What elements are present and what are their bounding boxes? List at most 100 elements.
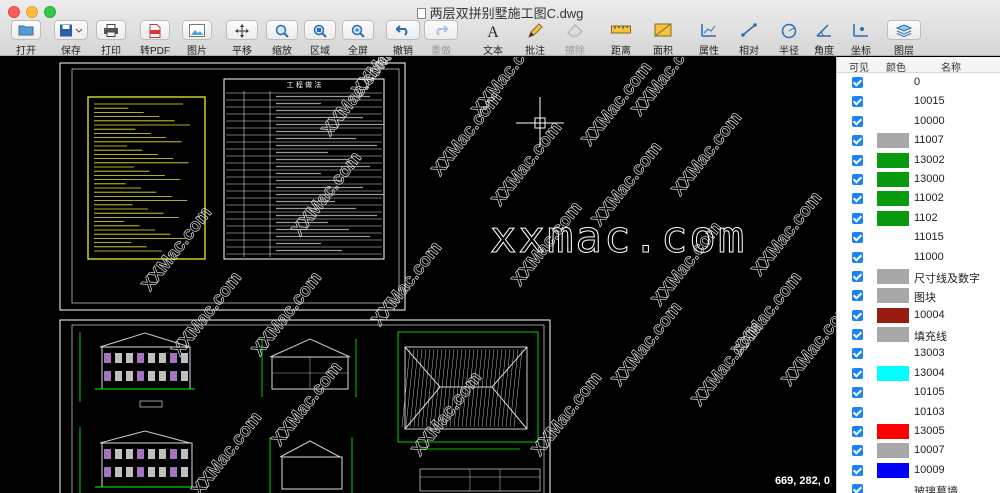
zoom-button[interactable]: 缩放	[266, 20, 298, 57]
layer-visible-checkbox[interactable]	[852, 173, 863, 185]
layer-row[interactable]: 13005	[837, 422, 1000, 441]
erase-button[interactable]: 擦除	[558, 20, 592, 57]
distance-button[interactable]: 距离	[604, 20, 638, 57]
image-label: 图片	[187, 46, 207, 57]
visible-column-header[interactable]: 可见	[849, 59, 869, 74]
coordinate-button[interactable]: 坐标	[844, 20, 878, 57]
layer-color-swatch[interactable]	[877, 443, 909, 459]
layer-color-swatch[interactable]	[877, 113, 909, 129]
layer-row[interactable]: 0	[837, 73, 1000, 92]
layer-color-swatch[interactable]	[877, 133, 909, 149]
window-title-text: 两层双拼别墅施工图C.dwg	[429, 6, 584, 21]
layer-visible-checkbox[interactable]	[852, 290, 863, 302]
layer-visible-checkbox[interactable]	[852, 464, 863, 476]
layer-color-swatch[interactable]	[877, 482, 909, 493]
color-column-header[interactable]: 颜色	[886, 59, 906, 74]
layer-row[interactable]: 13002	[837, 151, 1000, 170]
undo-icon	[386, 20, 420, 40]
layer-color-swatch[interactable]	[877, 230, 909, 246]
save-button[interactable]: 保存	[54, 20, 88, 57]
relative-button[interactable]: 相对	[732, 20, 766, 57]
layer-color-swatch[interactable]	[877, 210, 909, 226]
layer-row[interactable]: 13004	[837, 364, 1000, 383]
layer-visible-checkbox[interactable]	[852, 251, 863, 263]
layer-name: 填充线	[914, 331, 947, 344]
layer-color-swatch[interactable]	[877, 249, 909, 265]
layer-row[interactable]: 10105	[837, 383, 1000, 402]
print-button[interactable]: 打印	[96, 20, 126, 57]
layer-color-swatch[interactable]	[877, 288, 909, 304]
layer-color-swatch[interactable]	[877, 385, 909, 401]
zoom-window-button[interactable]: 区域	[304, 20, 336, 57]
layer-visible-checkbox[interactable]	[852, 135, 863, 147]
layer-row[interactable]: 11007	[837, 131, 1000, 150]
layer-row[interactable]: 10000	[837, 112, 1000, 131]
layer-row[interactable]: 11002	[837, 189, 1000, 208]
layer-visible-checkbox[interactable]	[852, 154, 863, 166]
layer-row[interactable]: 13000	[837, 170, 1000, 189]
layer-row[interactable]: 10009	[837, 461, 1000, 480]
layer-visible-checkbox[interactable]	[852, 387, 863, 399]
layer-color-swatch[interactable]	[877, 327, 909, 343]
layer-row[interactable]: 10015	[837, 92, 1000, 111]
layer-row[interactable]: 玻璃幕墙	[837, 480, 1000, 493]
layer-row[interactable]: 10007	[837, 441, 1000, 460]
to-pdf-button[interactable]: 转PDF	[138, 20, 172, 57]
layer-row[interactable]: 填充线	[837, 325, 1000, 344]
layer-row[interactable]: 10103	[837, 403, 1000, 422]
properties-button[interactable]: 属性	[692, 20, 726, 57]
layer-color-swatch[interactable]	[877, 404, 909, 420]
layer-row[interactable]: 11015	[837, 228, 1000, 247]
layer-visible-checkbox[interactable]	[852, 329, 863, 341]
title-bar: 两层双拼别墅施工图C.dwg 打开 保存 打印 转PDF 图片 平移 缩放 区域…	[0, 0, 1000, 57]
pan-button[interactable]: 平移	[226, 20, 258, 57]
layer-visible-checkbox[interactable]	[852, 232, 863, 244]
drawing-canvas[interactable]: 工 程 做 法 xxmac.com XXMac.com XXMac.com XX…	[0, 57, 836, 493]
layer-row[interactable]: 尺寸线及数字	[837, 267, 1000, 286]
watermark-small: XXMac.com	[367, 238, 445, 330]
name-column-header[interactable]: 名称	[941, 59, 961, 74]
layer-visible-checkbox[interactable]	[852, 270, 863, 282]
text-button[interactable]: A 文本	[476, 20, 510, 57]
area-button[interactable]: 面积	[646, 20, 680, 57]
undo-button[interactable]: 撤销	[386, 20, 420, 57]
layer-color-swatch[interactable]	[877, 365, 909, 381]
layer-visible-checkbox[interactable]	[852, 426, 863, 438]
layer-visible-checkbox[interactable]	[852, 193, 863, 205]
layer-visible-checkbox[interactable]	[852, 445, 863, 457]
layer-visible-checkbox[interactable]	[852, 484, 863, 493]
layer-row[interactable]: 图块	[837, 286, 1000, 305]
layer-visible-checkbox[interactable]	[852, 367, 863, 379]
layer-name: 1102	[914, 211, 938, 224]
layer-color-swatch[interactable]	[877, 75, 909, 90]
layer-visible-checkbox[interactable]	[852, 212, 863, 224]
layer-visible-checkbox[interactable]	[852, 309, 863, 321]
radius-button[interactable]: 半径	[772, 20, 806, 57]
layer-color-swatch[interactable]	[877, 268, 909, 284]
layers-button[interactable]: 图层	[886, 20, 922, 57]
layer-color-swatch[interactable]	[877, 346, 909, 362]
image-button[interactable]: 图片	[182, 20, 212, 57]
layer-color-swatch[interactable]	[877, 462, 909, 478]
watermark-small: XXMac.com	[137, 203, 215, 295]
layer-color-swatch[interactable]	[877, 171, 909, 187]
layer-row[interactable]: 11000	[837, 248, 1000, 267]
layer-color-swatch[interactable]	[877, 424, 909, 440]
layer-row[interactable]: 1102	[837, 209, 1000, 228]
annotate-button[interactable]: 批注	[518, 20, 552, 57]
layer-row[interactable]: 13003	[837, 344, 1000, 363]
layer-color-swatch[interactable]	[877, 94, 909, 110]
layer-visible-checkbox[interactable]	[852, 77, 863, 88]
layer-visible-checkbox[interactable]	[852, 115, 863, 127]
redo-button[interactable]: 重做	[424, 20, 458, 57]
full-view-button[interactable]: 全屏	[342, 20, 374, 57]
layer-color-swatch[interactable]	[877, 191, 909, 207]
layer-row[interactable]: 10004	[837, 306, 1000, 325]
angle-button[interactable]: 角度	[808, 20, 840, 57]
layer-visible-checkbox[interactable]	[852, 96, 863, 108]
layer-color-swatch[interactable]	[877, 307, 909, 323]
open-button[interactable]: 打开	[8, 20, 44, 57]
layer-color-swatch[interactable]	[877, 152, 909, 168]
layer-visible-checkbox[interactable]	[852, 406, 863, 418]
layer-visible-checkbox[interactable]	[852, 348, 863, 360]
